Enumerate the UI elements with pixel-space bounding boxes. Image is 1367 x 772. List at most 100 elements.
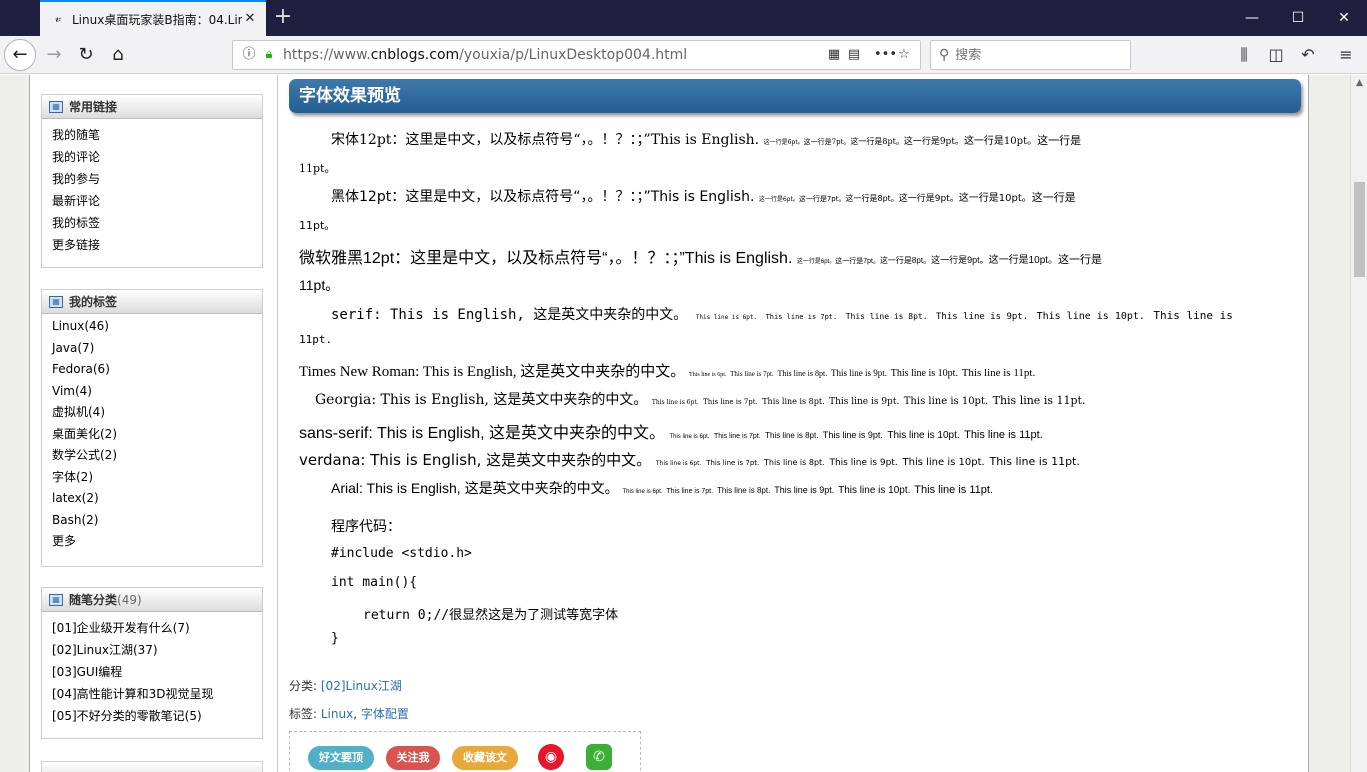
category-item[interactable]: [05]不好分类的零散笔记(5) <box>52 705 252 727</box>
page-actions-icon[interactable]: ••• <box>874 45 897 65</box>
maximize-button[interactable]: ☐ <box>1275 0 1321 36</box>
tag-item[interactable]: latex(2) <box>52 488 252 510</box>
sansserif-main-text: sans-serif: This is English, 这是英文中夹杂的中文。 <box>299 425 665 442</box>
tag-item[interactable]: Vim(4) <box>52 381 252 403</box>
verdana-preview-line: verdana: This is English, 这是英文中夹杂的中文。 Th… <box>299 449 1080 470</box>
times-9pt-text: This line is 9pt. <box>830 368 887 378</box>
arial-7pt-text: This line is 7pt. <box>666 488 714 495</box>
tags-widget-header: ▦ 我的标签 <box>42 290 262 314</box>
tag-item[interactable]: 更多 <box>52 531 252 553</box>
follow-button[interactable]: 关注我 <box>386 746 440 770</box>
link-item[interactable]: 我的随笔 <box>52 124 252 146</box>
url-bar[interactable]: ⓘ 🔒︎ https://www.cnblogs.com/youxia/p/Li… <box>232 40 921 70</box>
url-domain: cnblogs.com <box>370 47 460 63</box>
menu-icon[interactable]: ≡ <box>1330 39 1362 71</box>
tag-item[interactable]: 虚拟机(4) <box>52 402 252 424</box>
calendar-icon: ▦ <box>49 100 63 113</box>
sansserif-6pt-text: This line is 6pt. <box>669 434 710 440</box>
times-6pt-text: This line is 6pt. <box>689 372 727 378</box>
songti-10pt-text: 这一行是10pt。 <box>963 136 1038 147</box>
categories-widget: ▦ 随笔分类 (49) [01]企业级开发有什么(7) [02]Linux江湖(… <box>41 587 263 739</box>
songti-8pt-text: 这一行是8pt。 <box>850 137 904 146</box>
tag-item[interactable]: 字体(2) <box>52 467 252 489</box>
back-button[interactable]: ← <box>4 39 36 71</box>
code-label: 程序代码： <box>331 519 401 535</box>
link-item[interactable]: 更多链接 <box>52 234 252 256</box>
heiti-10pt-text: 这一行是10pt。 <box>958 193 1032 204</box>
tags-widget: ▦ 我的标签 Linux(46) Java(7) Fedora(6) Vim(4… <box>41 289 263 567</box>
serif-preview-line: serif: This is English, 这是英文中夹杂的中文。 This… <box>331 304 1233 324</box>
search-input[interactable] <box>955 47 1106 63</box>
georgia-10pt-text: This line is 10pt. <box>903 396 989 407</box>
tag-item[interactable]: 数学公式(2) <box>52 445 252 467</box>
serif-8pt-text: This line is 8pt. <box>845 312 928 321</box>
minimize-button[interactable]: — <box>1229 0 1275 36</box>
lock-icon[interactable]: 🔒︎ <box>259 45 279 65</box>
forward-button[interactable]: → <box>38 39 70 71</box>
bookmark-star-icon[interactable]: ☆ <box>894 45 914 65</box>
songti-main-text: 宋体12pt：这里是中文，以及标点符号“，。！？：；”This is Engli… <box>331 132 760 148</box>
tag-item[interactable]: Java(7) <box>52 338 252 360</box>
url-prefix: https://www. <box>283 47 371 63</box>
tag-item[interactable]: 桌面美化(2) <box>52 424 252 446</box>
arial-8pt-text: This line is 8pt. <box>716 486 771 495</box>
yahei-preview-line: 微软雅黑12pt：这里是中文，以及标点符号“，。！？：；”This is Eng… <box>299 244 1102 268</box>
heiti-11pt-wrap: 11pt。 <box>299 219 336 232</box>
weibo-share-icon[interactable]: ◉ <box>538 744 564 770</box>
section-heading: 字体效果预览 <box>289 79 1301 113</box>
close-tab-icon[interactable]: ✕ <box>242 11 258 27</box>
category-item[interactable]: [04]高性能计算和3D视觉呈现 <box>52 683 252 705</box>
title-bar: 𝓋 Linux桌面玩家装B指南：04.Linux ✕ + — ☐ ✕ <box>0 0 1367 36</box>
scroll-up-arrow-icon[interactable]: ▲ <box>1351 75 1367 92</box>
tag-item[interactable]: Fedora(6) <box>52 359 252 381</box>
tag-link-font-config[interactable]: 字体配置 <box>361 707 409 721</box>
category-item[interactable]: [01]企业级开发有什么(7) <box>52 617 252 639</box>
tag-link-linux[interactable]: Linux <box>321 707 353 721</box>
links-widget: ▦ 常用链接 我的随笔 我的评论 我的参与 最新评论 我的标签 更多链接 <box>41 94 263 268</box>
times-7pt-text: This line is 7pt. <box>730 370 774 378</box>
code-line-4: } <box>331 631 339 646</box>
qr-code-icon[interactable]: ▦ <box>824 45 844 65</box>
category-label: 分类: <box>289 679 318 693</box>
wechat-share-icon[interactable]: ✆ <box>586 744 612 770</box>
category-item[interactable]: [03]GUI编程 <box>52 661 252 683</box>
link-item[interactable]: 最新评论 <box>52 190 252 212</box>
sansserif-preview-line: sans-serif: This is English, 这是英文中夹杂的中文。… <box>299 419 1043 443</box>
new-tab-button[interactable]: + <box>270 4 296 30</box>
verdana-6pt-text: This line is 6pt. <box>655 460 702 467</box>
calendar-icon: ▦ <box>49 295 63 308</box>
yahei-11pt-text: 这一行是 <box>1058 254 1103 266</box>
heiti-preview-line: 黑体12pt：这里是中文，以及标点符号“，。！？：；”This is Engli… <box>331 186 1076 206</box>
link-item[interactable]: 我的评论 <box>52 146 252 168</box>
tag-item[interactable]: Linux(46) <box>52 316 252 338</box>
url-text[interactable]: https://www.cnblogs.com/youxia/p/LinuxDe… <box>283 47 824 63</box>
navigation-toolbar: ← → ↻ ⌂ ⓘ 🔒︎ https://www.cnblogs.com/you… <box>0 36 1367 74</box>
sync-back-icon[interactable]: ↶ <box>1292 39 1324 71</box>
search-bar[interactable]: ⚲ <box>930 40 1131 70</box>
sidebar-toggle-icon[interactable]: ◫ <box>1260 39 1292 71</box>
reader-view-icon[interactable]: ▤ <box>844 45 864 65</box>
article-content: 字体效果预览 宋体12pt：这里是中文，以及标点符号“，。！？：；”This i… <box>280 75 1310 772</box>
link-item[interactable]: 我的参与 <box>52 168 252 190</box>
category-item[interactable]: [02]Linux江湖(37) <box>52 639 252 661</box>
georgia-6pt-text: This line is 6pt. <box>651 399 699 406</box>
category-link[interactable]: [02]Linux江湖 <box>321 679 402 693</box>
links-widget-header: ▦ 常用链接 <box>42 95 262 119</box>
favorite-button[interactable]: 收藏该文 <box>452 746 518 770</box>
library-icon[interactable]: ⫼ <box>1228 39 1260 71</box>
reload-button[interactable]: ↻ <box>70 39 102 71</box>
home-button[interactable]: ⌂ <box>102 39 134 71</box>
next-widget <box>41 761 263 772</box>
link-item[interactable]: 我的标签 <box>52 212 252 234</box>
songti-11pt-text: 这一行是 <box>1037 134 1082 147</box>
arial-main-text: Arial: This is English, 这是英文中夹杂的中文。 <box>331 480 619 496</box>
close-window-button[interactable]: ✕ <box>1321 0 1367 36</box>
tag-item[interactable]: Bash(2) <box>52 510 252 532</box>
scrollbar-thumb[interactable] <box>1354 182 1365 277</box>
yahei-10pt-text: 这一行是10pt。 <box>988 255 1059 266</box>
tab-active[interactable]: 𝓋 Linux桌面玩家装B指南：04.Linux ✕ <box>40 0 266 36</box>
arial-6pt-text: This line is 6pt. <box>622 489 663 495</box>
page-scrollbar[interactable]: ▲ <box>1350 75 1367 772</box>
digg-button[interactable]: 好文要顶 <box>308 746 374 770</box>
info-icon[interactable]: ⓘ <box>239 45 259 65</box>
